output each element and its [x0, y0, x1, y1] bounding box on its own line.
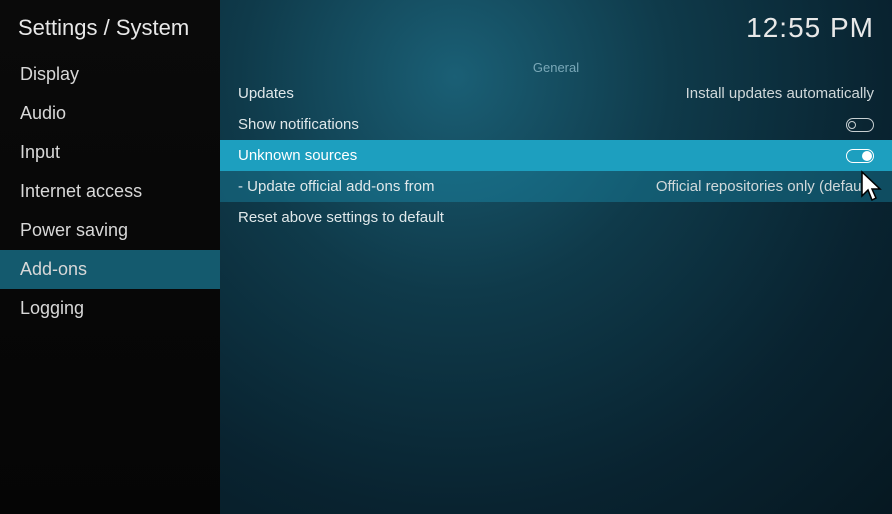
setting-unknown-sources-label: Unknown sources [238, 147, 846, 164]
setting-updates-label: Updates [238, 85, 686, 102]
breadcrumb: Settings / System [18, 15, 189, 41]
setting-update-official[interactable]: - Update official add-ons from Official … [220, 171, 892, 202]
sidebar-item-display[interactable]: Display [0, 55, 220, 94]
setting-show-notifications[interactable]: Show notifications [220, 109, 892, 140]
section-header-general: General [220, 55, 892, 78]
sidebar-item-internet-access[interactable]: Internet access [0, 172, 220, 211]
main-content: General Updates Install updates automati… [220, 0, 892, 514]
sidebar: Display Audio Input Internet access Powe… [0, 0, 220, 514]
sidebar-item-add-ons[interactable]: Add-ons [0, 250, 220, 289]
clock: 12:55 PM [746, 12, 874, 44]
setting-update-official-value: Official repositories only (default) [656, 178, 874, 195]
sidebar-item-power-saving[interactable]: Power saving [0, 211, 220, 250]
setting-updates[interactable]: Updates Install updates automatically [220, 78, 892, 109]
setting-reset[interactable]: Reset above settings to default [220, 202, 892, 233]
setting-updates-value: Install updates automatically [686, 85, 874, 102]
toggle-knob-icon [848, 121, 856, 129]
setting-update-official-label: - Update official add-ons from [238, 178, 656, 195]
sidebar-item-audio[interactable]: Audio [0, 94, 220, 133]
toggle-unknown-sources[interactable] [846, 149, 874, 163]
setting-unknown-sources[interactable]: Unknown sources [220, 140, 892, 171]
sidebar-item-logging[interactable]: Logging [0, 289, 220, 328]
toggle-knob-icon [862, 151, 872, 161]
setting-show-notifications-label: Show notifications [238, 116, 846, 133]
setting-reset-label: Reset above settings to default [238, 209, 874, 226]
sidebar-item-input[interactable]: Input [0, 133, 220, 172]
toggle-show-notifications[interactable] [846, 118, 874, 132]
